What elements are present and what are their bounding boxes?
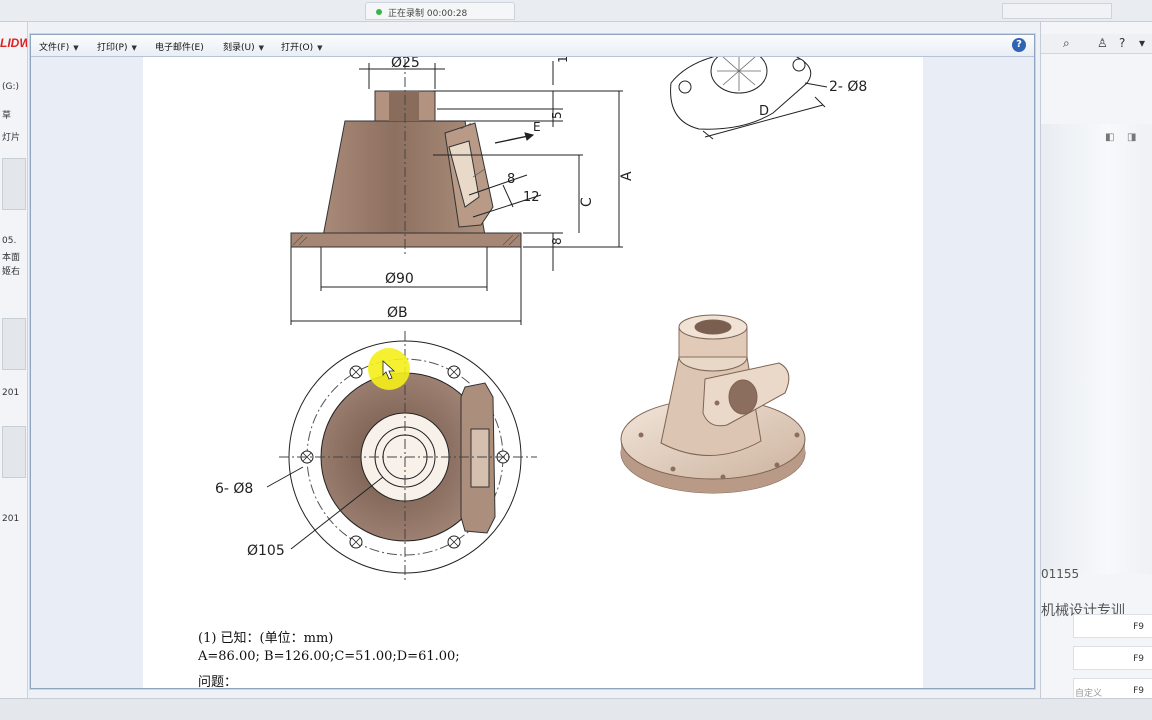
dim-base-outer: ØB: [387, 305, 408, 321]
dim-top-cut: 12: [556, 57, 570, 63]
left-label: 草: [2, 111, 12, 121]
isometric-3d-view: [620, 314, 806, 494]
front-section-view: [290, 59, 623, 325]
chevron-down-icon: ▼: [317, 44, 323, 52]
menu-email[interactable]: 电子邮件(E): [155, 40, 204, 53]
slide-thumbnail[interactable]: [2, 426, 26, 478]
chevron-down-icon: ▼: [131, 44, 137, 52]
dim-a: A: [619, 171, 635, 181]
dim-holes-2: 2- Ø8: [829, 79, 867, 95]
collapse-left-icon[interactable]: ◧: [1105, 132, 1114, 143]
flange-auxiliary-view: [670, 57, 828, 140]
dim-d: D: [759, 104, 769, 119]
dim-8-boss: 8: [507, 172, 515, 187]
user-icon[interactable]: ♙: [1097, 36, 1108, 50]
menu-burn[interactable]: 刻录(U) ▼: [223, 40, 264, 53]
left-label: 姬右: [2, 267, 21, 277]
view-e-label: E: [533, 120, 541, 134]
collapse-right-icon[interactable]: ◨: [1127, 132, 1136, 143]
drawing-page: Ø25 12 5 E 8 12 A C 8 Ø90 ØB 6- Ø8 Ø105 …: [143, 57, 923, 688]
right-number: 01155: [1041, 567, 1080, 581]
engineering-drawing: Ø25 12 5 E 8 12 A C 8 Ø90 ØB 6- Ø8 Ø105 …: [215, 57, 867, 583]
f9-field[interactable]: F9: [1073, 646, 1152, 670]
recording-tab-label: 正在录制 00:00:28: [388, 9, 468, 19]
background-title-bar: 正在录制 00:00:28: [0, 0, 1152, 22]
left-label: 本面: [2, 253, 21, 263]
slide-thumbnail[interactable]: [2, 158, 26, 210]
chevron-down-icon[interactable]: ▾: [1139, 36, 1145, 50]
left-background-app: LIDW (G:) 草 灯片 05. 本面 姬右 201 201: [0, 22, 28, 698]
right-pane: [1041, 124, 1152, 574]
f9-field[interactable]: F9: [1073, 614, 1152, 638]
menu-file[interactable]: 文件(F) ▼: [39, 40, 79, 53]
dim-top-diameter: Ø25: [391, 57, 420, 71]
right-toolbar: ⌕ ♙ ? ▾: [1041, 34, 1152, 54]
dim-base-inner: Ø90: [385, 271, 414, 287]
search-icon[interactable]: ⌕: [1063, 36, 1070, 51]
chevron-down-icon: ▼: [258, 44, 265, 52]
recording-dot-icon: [376, 9, 382, 15]
app-logo: LIDW: [0, 36, 28, 50]
background-window-button[interactable]: [1002, 3, 1112, 19]
problem-values: A=86.00; B=126.00;C=51.00;D=61.00;: [198, 649, 460, 664]
dim-c: C: [579, 197, 595, 207]
menu-print[interactable]: 打印(P) ▼: [97, 40, 137, 53]
problem-question: 问题：: [198, 675, 238, 688]
custom-label: 自定义: [1075, 689, 1103, 698]
slide-thumbnail[interactable]: [2, 318, 26, 370]
left-label: 201: [2, 388, 20, 398]
dim-8-right: 8: [550, 237, 564, 245]
dim-12: 12: [523, 190, 540, 205]
help-icon[interactable]: ?: [1119, 36, 1125, 50]
right-background-app: ⌕ ♙ ? ▾ ◧ ◨ 01155 机械设计专训 F9 F9 F9 自定义: [1040, 22, 1152, 698]
taskbar: [0, 698, 1152, 720]
left-label: 05.: [2, 236, 17, 246]
background-title-text: [46, 4, 56, 19]
image-viewer-window: 文件(F) ▼ 打印(P) ▼ 电子邮件(E) 刻录(U) ▼ 打开(O) ▼ ?: [30, 34, 1035, 689]
left-label: (G:): [2, 82, 20, 92]
recording-tab[interactable]: 正在录制 00:00:28: [365, 2, 515, 20]
dim-5: 5: [550, 111, 564, 119]
dim-holes-6: 6- Ø8: [215, 481, 253, 497]
menu-open[interactable]: 打开(O) ▼: [281, 40, 323, 53]
left-label: 201: [2, 514, 20, 524]
dim-bolt-circle: Ø105: [247, 543, 285, 559]
problem-known: (1) 已知：(单位：mm): [198, 631, 334, 646]
left-label: 灯片: [2, 133, 21, 143]
help-button[interactable]: ?: [1012, 38, 1026, 52]
viewer-menubar: 文件(F) ▼ 打印(P) ▼ 电子邮件(E) 刻录(U) ▼ 打开(O) ▼ ?: [31, 35, 1034, 57]
image-canvas[interactable]: Ø25 12 5 E 8 12 A C 8 Ø90 ØB 6- Ø8 Ø105 …: [31, 57, 1034, 688]
chevron-down-icon: ▼: [73, 44, 79, 52]
